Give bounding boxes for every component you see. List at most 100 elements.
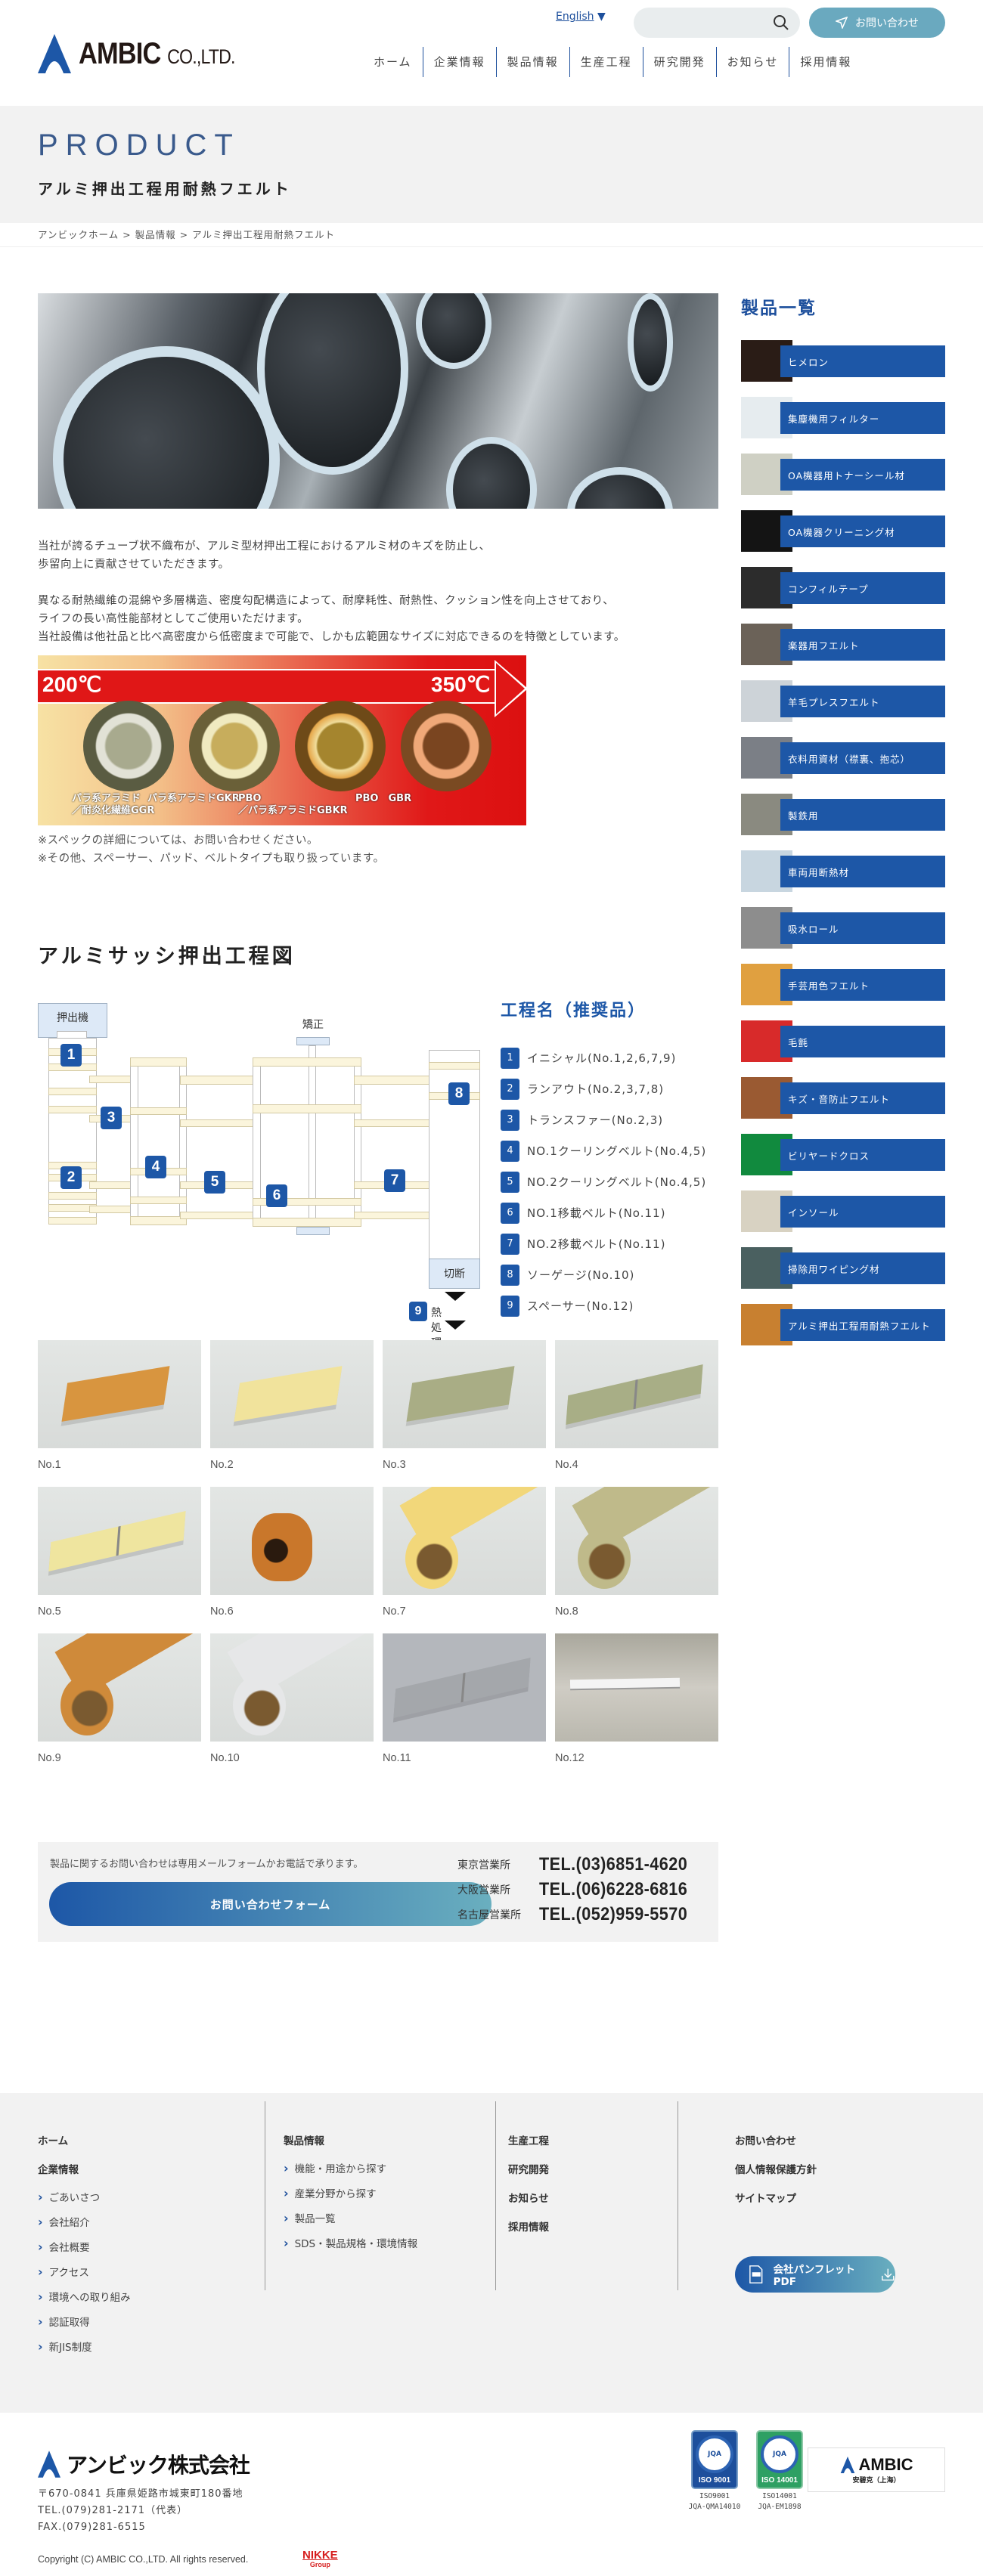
step-marker-2: 2	[60, 1166, 82, 1189]
product-photo	[555, 1487, 718, 1595]
sidebar-item-label: OA機器用トナーシール材	[780, 459, 945, 491]
footer-sublink[interactable]: 新JIS制度	[38, 2334, 131, 2359]
breadcrumb-home[interactable]: アンビックホーム	[38, 229, 119, 240]
footer-link[interactable]: ホーム	[38, 2127, 131, 2156]
product-photo	[383, 1340, 546, 1448]
ambic-shanghai-logo[interactable]: AMBIC 安碧克（上海）	[808, 2448, 945, 2492]
cert-id: JQA-QMA14010	[688, 2503, 741, 2511]
sidebar-product-link[interactable]: ビリヤードクロス	[741, 1134, 945, 1190]
material-label: ／耐炎化繊維GGR	[72, 805, 155, 816]
product-number: No.12	[555, 1752, 585, 1764]
footer-sublink[interactable]: SDS・製品規格・環境情報	[284, 2231, 418, 2256]
language-label: English	[556, 11, 594, 23]
breadcrumb-current: アルミ押出工程用耐熱フエルト	[192, 229, 335, 240]
office-osaka: 大阪営業所 TEL.(06)6228-6816	[457, 1879, 718, 1900]
global-nav: ホーム 企業情報 製品情報 生産工程 研究開発 お知らせ 採用情報	[363, 47, 862, 77]
sidebar-product-link[interactable]: コンフィルテープ	[741, 567, 945, 624]
product-photo	[38, 1487, 201, 1595]
footer-sublink[interactable]: 産業分野から探す	[284, 2181, 417, 2206]
footer-sublink[interactable]: 機能・用途から探す	[284, 2156, 417, 2181]
sidebar-product-link[interactable]: OA機器用トナーシール材	[741, 454, 945, 510]
language-switch[interactable]: English ▼	[556, 11, 606, 23]
product-number: No.2	[210, 1459, 234, 1471]
pamphlet-pdf-button[interactable]: 会社パンフレットPDF	[735, 2256, 895, 2293]
straightening-label: 矯正	[302, 1019, 324, 1031]
step-marker-8: 8	[448, 1082, 470, 1105]
footer-sublink[interactable]: アクセス	[38, 2259, 131, 2284]
sidebar-product-link[interactable]: 衣料用資材（襟裏、抱芯）	[741, 737, 945, 794]
sidebar-item-label: ヒメロン	[780, 345, 945, 377]
gallery-item: No.4	[555, 1340, 718, 1487]
sidebar-product-link[interactable]: 車両用断熱材	[741, 850, 945, 907]
company-name: アンビック株式会社	[67, 2453, 250, 2478]
steps-title: 工程名（推奨品）	[501, 1002, 647, 1020]
product-photo	[555, 1340, 718, 1448]
nav-home[interactable]: ホーム	[363, 47, 423, 77]
sidebar-product-link[interactable]: アルミ押出工程用耐熱フエルト	[741, 1304, 945, 1361]
sidebar-product-link[interactable]: 製鉄用	[741, 794, 945, 850]
sidebar-product-link[interactable]: OA機器クリーニング材	[741, 510, 945, 567]
sidebar-product-link[interactable]: 手芸用色フエルト	[741, 964, 945, 1020]
footer-sublink[interactable]: ごあいさつ	[38, 2184, 131, 2209]
process-section: 押出機 矯正 切断 9 熱処 1 2 3 4 5 6 7 8 工程名（推奨品） …	[38, 1002, 720, 1349]
sidebar-product-link[interactable]: キズ・音防止フエルト	[741, 1077, 945, 1134]
footer-sublink[interactable]: 会社紹介	[38, 2209, 131, 2234]
footer-sublink[interactable]: 会社概要	[38, 2234, 131, 2259]
logo-text: AMBIC	[79, 36, 161, 70]
breadcrumb-products[interactable]: 製品情報	[135, 229, 176, 240]
process-step: 5 NO.2クーリングベルト(No.4,5)	[501, 1166, 720, 1197]
footer-link[interactable]: 企業情報	[38, 2156, 131, 2184]
sidebar-item-label: 吸水ロール	[780, 912, 945, 944]
office-tel[interactable]: TEL.(03)6851-4620	[539, 1854, 687, 1875]
cert-id: JQA-EM1898	[758, 2503, 802, 2511]
nav-research[interactable]: 研究開発	[642, 47, 716, 77]
contact-form-button[interactable]: お問い合わせフォーム	[49, 1882, 492, 1926]
sidebar-product-link[interactable]: 掃除用ワイピング材	[741, 1247, 945, 1304]
nav-news[interactable]: お知らせ	[715, 47, 789, 77]
sidebar-product-link[interactable]: 毛氈	[741, 1020, 945, 1077]
footer-sublink[interactable]: 環境への取り組み	[38, 2284, 131, 2309]
nav-production[interactable]: 生産工程	[569, 47, 643, 77]
process-step: 4 NO.1クーリングベルト(No.4,5)	[501, 1135, 720, 1166]
step-number: 1	[501, 1047, 519, 1069]
footer-link[interactable]: 個人情報保護方針	[735, 2156, 977, 2184]
dropdown-arrow-icon: ▼	[597, 11, 606, 23]
office-tel[interactable]: TEL.(06)6228-6816	[539, 1879, 687, 1900]
step-marker-6: 6	[266, 1184, 287, 1207]
site-logo[interactable]: AMBIC CO.,LTD.	[38, 34, 260, 73]
footer-logo[interactable]: アンビック株式会社	[38, 2449, 250, 2479]
footer-link[interactable]: お知らせ	[508, 2184, 549, 2213]
product-number: No.3	[383, 1459, 406, 1471]
footer-link[interactable]: 生産工程	[508, 2127, 549, 2156]
step-number: 6	[501, 1202, 519, 1224]
product-number: No.10	[210, 1752, 240, 1764]
sidebar-product-link[interactable]: 集塵機用フィルター	[741, 397, 945, 454]
footer-link[interactable]: お問い合わせ	[735, 2127, 977, 2156]
breadcrumb-separator: >	[122, 229, 132, 240]
nikke-group-logo[interactable]: NIKKE Group	[302, 2549, 338, 2568]
nav-recruit[interactable]: 採用情報	[789, 47, 862, 77]
sidebar-product-link[interactable]: 吸水ロール	[741, 907, 945, 964]
step-number: 3	[501, 1109, 519, 1131]
product-number: No.7	[383, 1605, 406, 1618]
footer-link[interactable]: 製品情報	[284, 2127, 417, 2156]
sidebar-product-link[interactable]: インソール	[741, 1190, 945, 1247]
footer-link[interactable]: 研究開発	[508, 2156, 549, 2184]
temp-high-label: 350℃	[431, 673, 491, 696]
header-contact-button[interactable]: お問い合わせ	[809, 8, 945, 38]
nav-products[interactable]: 製品情報	[495, 47, 569, 77]
sidebar-product-link[interactable]: 羊毛プレスフエルト	[741, 680, 945, 737]
nav-company[interactable]: 企業情報	[422, 47, 496, 77]
sidebar-product-link[interactable]: ヒメロン	[741, 340, 945, 397]
footer-link[interactable]: サイトマップ	[735, 2184, 977, 2213]
search-input[interactable]	[634, 8, 800, 38]
footer-link[interactable]: 採用情報	[508, 2213, 549, 2242]
footer-sublink[interactable]: 製品一覧	[284, 2206, 417, 2231]
sidebar-item-label: OA機器クリーニング材	[780, 516, 945, 547]
footer-sublink[interactable]: 認証取得	[38, 2309, 131, 2334]
office-name: 東京営業所	[457, 1859, 510, 1872]
sidebar-product-link[interactable]: 楽器用フエルト	[741, 624, 945, 680]
product-photo	[210, 1340, 374, 1448]
search-icon[interactable]	[773, 14, 789, 31]
office-tel[interactable]: TEL.(052)959-5570	[539, 1904, 687, 1925]
